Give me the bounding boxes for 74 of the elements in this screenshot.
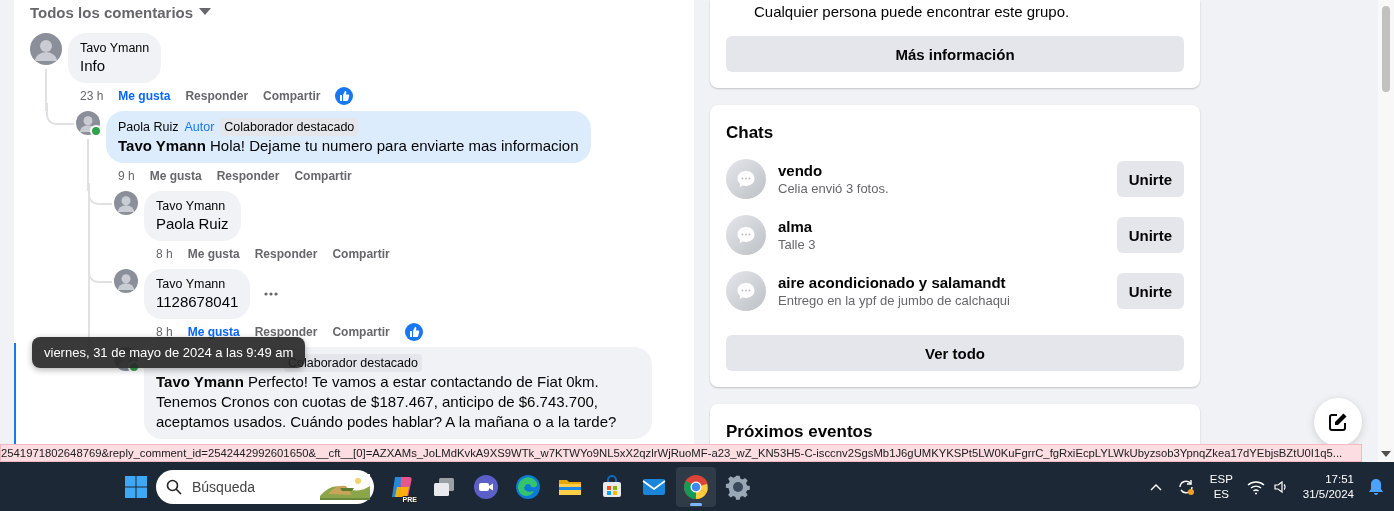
- language-label[interactable]: ESP: [1209, 471, 1233, 487]
- author-name[interactable]: Tavo Ymann: [156, 276, 226, 292]
- gear-icon[interactable]: [725, 473, 751, 500]
- comment-text: Info: [80, 56, 107, 76]
- reply-link[interactable]: Responder: [185, 89, 249, 103]
- author-name[interactable]: Tavo Ymann: [80, 40, 150, 56]
- share-link[interactable]: Compartir: [332, 247, 390, 261]
- visibility-text: Cualquier persona puede encontrar este grupo.: [753, 2, 1071, 22]
- scrollbar-thumb[interactable]: [1382, 6, 1390, 92]
- chat-last-message: Celia envió 3 fotos.: [778, 181, 890, 196]
- bell-icon[interactable]: [1368, 477, 1384, 496]
- join-button[interactable]: Unirte: [1116, 217, 1184, 253]
- share-link[interactable]: Compartir: [332, 325, 390, 339]
- clock-time[interactable]: 17:51: [1325, 471, 1354, 487]
- like-link[interactable]: Me gusta: [187, 247, 240, 261]
- keyboard-layout-label[interactable]: ES: [1213, 486, 1229, 502]
- comment-text: Tavo Ymann Perfecto! Te vamos a estar contactando de Fiat 0km. Tenemos Cronos con cuotas de $187.467, anticipo de $6.743.700, aceptamos usados. Cuándo podes hablar? A la mañana o a la tarde?: [156, 372, 618, 432]
- reply-link[interactable]: Responder: [254, 325, 318, 339]
- chevron-up-icon[interactable]: [1149, 482, 1162, 491]
- windows-logo-icon[interactable]: [124, 474, 148, 499]
- caret-icon[interactable]: [199, 8, 212, 16]
- like-link[interactable]: Me gusta: [118, 89, 171, 103]
- card-title: Chats: [726, 122, 775, 143]
- author-name[interactable]: Paola Ruiz: [118, 119, 179, 135]
- clock-date[interactable]: 31/5/2024: [1302, 486, 1354, 502]
- search-box[interactable]: Búsqueda: [156, 469, 374, 504]
- chat-name[interactable]: vendo: [778, 162, 1105, 179]
- see-all-button[interactable]: Ver todo: [726, 335, 1184, 371]
- speaker-icon[interactable]: [1272, 478, 1289, 495]
- swirl-icon[interactable]: [515, 473, 541, 500]
- comment-text: 1128678041: [156, 292, 239, 312]
- search-icon: [166, 478, 182, 495]
- share-link[interactable]: Compartir: [294, 169, 352, 183]
- like-link[interactable]: Me gusta: [149, 169, 202, 183]
- wifi-icon[interactable]: [1246, 478, 1265, 495]
- join-button[interactable]: Unirte: [1116, 273, 1184, 309]
- more-info-button[interactable]: Más información: [726, 36, 1184, 72]
- scrollbar[interactable]: [1378, 0, 1394, 462]
- comment-text: Tavo Ymann Hola! Dejame tu numero para enviarte mas informacion: [118, 136, 579, 156]
- compose-button[interactable]: [1314, 398, 1362, 446]
- link-url-status: 2541971802648769&reply_comment_id=2542442992601650&__cft__[0]=AZXAMs_JoLMdKvkA9XS9WTk_w7KTWYo9NL5xX2qzlrWjRuoMF-a23_wZ_KN53H5-C-isccnv2SgsMb1J6gUMKYKSPt5LW0KuFgrrC_fgRxiEcpLYLWkUbyzsob3YpnqZkea17dYEbjsBZtU0I1q5...: [0, 444, 1362, 462]
- chat-name[interactable]: aire acondicionado y salamandt: [778, 274, 1105, 291]
- timestamp-link[interactable]: 9 h: [118, 169, 135, 183]
- comment-text: Paola Ruiz: [156, 214, 229, 234]
- video-camera-icon[interactable]: [473, 473, 499, 500]
- comment-filter-label[interactable]: Todos los comentarios: [30, 3, 194, 21]
- timestamp-link[interactable]: 8 h: [156, 247, 173, 261]
- edit-icon: [1328, 412, 1348, 432]
- more-icon: [264, 292, 279, 296]
- timestamp-link[interactable]: 8 h: [156, 325, 173, 339]
- chat-bubble-icon: [726, 215, 766, 255]
- reply-link[interactable]: Responder: [254, 247, 318, 261]
- like-icon: [404, 323, 423, 341]
- share-link[interactable]: Compartir: [263, 89, 321, 103]
- avatar: [30, 33, 62, 65]
- join-button[interactable]: Unirte: [1116, 161, 1184, 197]
- chat-last-message: Entrego en la ypf de jumbo de calchaqui: [778, 293, 1011, 308]
- author-label: Autor: [184, 119, 215, 135]
- like-link[interactable]: Me gusta: [187, 325, 240, 339]
- chat-last-message: Talle 3: [778, 237, 817, 252]
- chat-bubble-icon: [726, 271, 766, 311]
- author-name[interactable]: Tavo Ymann: [156, 198, 226, 214]
- like-icon: [335, 87, 354, 105]
- scroll-down-arrow-icon[interactable]: [1381, 451, 1391, 457]
- chat-bubble-icon: [726, 159, 766, 199]
- avatar: [114, 269, 138, 293]
- contributor-badge: Colaborador destacado: [220, 118, 359, 136]
- card-title: Próximos eventos: [726, 421, 874, 442]
- avatar: [114, 191, 138, 215]
- timestamp-link[interactable]: 23 h: [80, 89, 104, 103]
- reply-link[interactable]: Responder: [216, 169, 280, 183]
- browser-icon[interactable]: [683, 473, 709, 500]
- chat-name[interactable]: alma: [778, 218, 1105, 235]
- search-field[interactable]: Búsqueda: [190, 477, 312, 496]
